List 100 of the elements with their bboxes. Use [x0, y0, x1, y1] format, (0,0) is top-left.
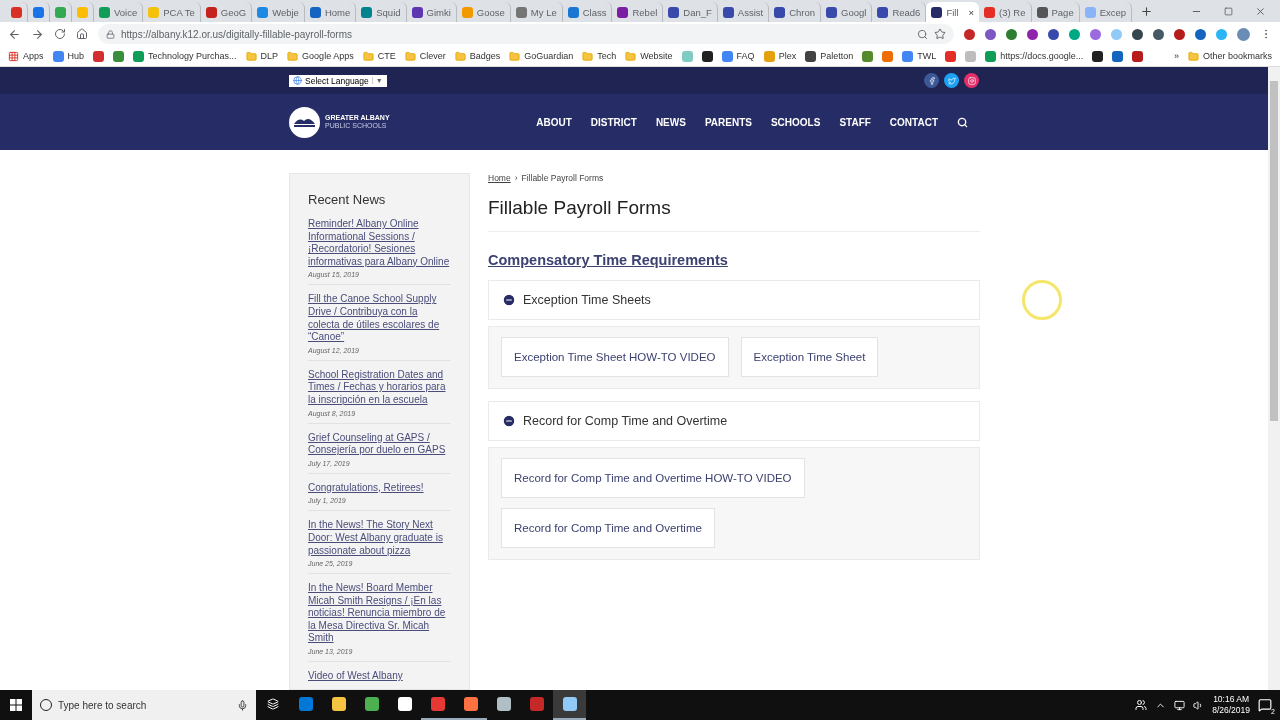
extension-icon[interactable]: [1174, 28, 1185, 40]
bookmark-link[interactable]: Tech: [597, 51, 617, 61]
browser-tab[interactable]: GeoG: [200, 2, 253, 22]
tab-title: Gimki: [426, 6, 451, 18]
bookmark-link[interactable]: FAQ: [736, 51, 755, 61]
recent-post-link[interactable]: Video of West Albany: [308, 670, 451, 683]
bookmark-link[interactable]: Clever: [419, 51, 446, 61]
bookmark-link[interactable]: Apps: [23, 51, 44, 61]
accordion-header[interactable]: Exception Time Sheets: [488, 280, 980, 320]
microphone-icon[interactable]: [237, 699, 248, 711]
form-link-button[interactable]: Exception Time Sheet: [740, 337, 879, 377]
nav-link[interactable]: CONTACT: [889, 116, 938, 128]
browser-tab[interactable]: Assist: [717, 2, 770, 22]
nav-link[interactable]: DISTRICT: [590, 116, 637, 128]
address-bar[interactable]: https://albany.k12.or.us/digitally-fillable-payroll-forms: [98, 24, 954, 44]
extension-icon[interactable]: [1195, 28, 1206, 40]
bookmark-link[interactable]: Paletton: [820, 51, 854, 61]
browser-tab[interactable]: Chron: [769, 2, 822, 22]
browser-tab[interactable]: (3) Re: [979, 2, 1032, 22]
nav-link[interactable]: STAFF: [839, 116, 871, 128]
bookmark-link[interactable]: Other bookmarks: [1202, 51, 1272, 61]
browser-tab[interactable]: Fill ×: [926, 2, 980, 22]
nav-link[interactable]: NEWS: [655, 116, 686, 128]
browser-tab[interactable]: Googl: [821, 2, 873, 22]
extension-icon[interactable]: [1048, 28, 1059, 40]
browser-tab[interactable]: Page: [1031, 2, 1080, 22]
forward-icon[interactable]: [31, 27, 44, 41]
extension-icon[interactable]: [985, 28, 996, 40]
taskbar-search-field[interactable]: Type here to search: [32, 690, 256, 720]
windows-logo-icon: [10, 699, 22, 711]
browser-tab[interactable]: Rebel: [612, 2, 664, 22]
taskbar-app[interactable]: [553, 690, 586, 720]
section-link[interactable]: Compensatory Time Requirements: [488, 252, 980, 268]
extension-icon[interactable]: [1132, 28, 1143, 40]
bookmark-link[interactable]: GoGuardian: [524, 51, 574, 61]
bookmark-link[interactable]: Google Apps: [302, 51, 354, 61]
instagram-icon[interactable]: [964, 73, 979, 88]
browser-tab[interactable]: Excep: [1079, 2, 1133, 22]
bookmark-link[interactable]: TWL: [917, 51, 937, 61]
browser-tab[interactable]: Goose: [456, 2, 511, 22]
recent-post-link[interactable]: Congratulations, Retirees!: [308, 481, 451, 495]
back-icon[interactable]: [8, 27, 21, 41]
twitter-icon[interactable]: [944, 73, 959, 88]
browser-tab[interactable]: Voice: [94, 2, 144, 22]
bookmark-link[interactable]: Hub: [67, 51, 85, 61]
tab-title: GeoG: [220, 6, 247, 18]
tab-title: Assist: [737, 6, 764, 18]
recent-post-link[interactable]: Fill the Canoe School Supply Drive / Contribuya con la colecta de útiles escolares de “Canoe”: [308, 293, 451, 344]
clock-time[interactable]: 10:16 AM: [1213, 694, 1250, 705]
extension-icon[interactable]: [1006, 28, 1017, 40]
bookmark-link[interactable]: Technology Purchas...: [148, 51, 237, 61]
bookmark-link[interactable]: DLP: [260, 51, 279, 61]
form-link-button[interactable]: Record for Comp Time and Overtime: [501, 508, 715, 548]
browser-tab[interactable]: Gimki: [406, 2, 457, 22]
extension-icon[interactable]: [964, 28, 975, 40]
bookmark-star-icon[interactable]: [934, 28, 946, 40]
close-icon[interactable]: [1255, 5, 1266, 17]
browser-tab[interactable]: Webje: [252, 2, 305, 22]
notifications-icon[interactable]: [1258, 698, 1272, 712]
extension-icon[interactable]: [1153, 28, 1164, 40]
browser-tab[interactable]: Squid: [356, 2, 407, 22]
tab-title: PCA Te: [163, 6, 195, 18]
tab-title: Dan_F: [683, 6, 712, 18]
bookmark-link[interactable]: CTE: [377, 51, 396, 61]
bookmark-link[interactable]: Website: [640, 51, 673, 61]
more-bookmarks-button[interactable]: »: [1173, 51, 1179, 61]
reload-icon[interactable]: [54, 28, 66, 40]
browser-tab[interactable]: Class: [562, 2, 613, 22]
facebook-icon[interactable]: [924, 73, 939, 88]
nav-link[interactable]: ABOUT: [536, 116, 572, 128]
home-icon[interactable]: [76, 28, 88, 40]
recent-post-link[interactable]: In the News! The Story Next Door: West Albany graduate is passionate about pizza: [308, 519, 451, 558]
search-icon[interactable]: [957, 116, 968, 128]
recent-post-link[interactable]: School Registration Dates and Times / Fechas y horarios para la inscripción en la escuela: [308, 368, 451, 407]
recent-post-link[interactable]: In the News! Board Member Micah Smith Resigns / ¡En las noticias! Renuncia miembro de la Mesa Directiva Sr. Micah Smith: [308, 582, 451, 646]
browser-tab[interactable]: PCA Te: [143, 2, 201, 22]
accordion-header[interactable]: Record for Comp Time and Overtime: [488, 401, 980, 441]
recent-post-link[interactable]: Grief Counseling at GAPS / Consejería por duelo en GAPS: [308, 431, 451, 457]
bookmark-link[interactable]: https://docs.google...: [1000, 51, 1084, 61]
form-link-button[interactable]: Record for Comp Time and Overtime HOW-TO VIDEO: [501, 458, 805, 498]
recent-post-link[interactable]: Reminder! Albany Online Informational Sessions / ¡Recordatorio! Sesiones informativas para Albany Online: [308, 218, 451, 269]
nav-link[interactable]: PARENTS: [704, 116, 752, 128]
browser-tab[interactable]: Dan_F: [663, 2, 718, 22]
network-icon[interactable]: [1174, 699, 1186, 711]
bookmark-link[interactable]: Badges: [469, 51, 501, 61]
profile-avatar[interactable]: [1237, 27, 1250, 41]
tab-title: Voice: [114, 6, 138, 18]
form-link-button[interactable]: Exception Time Sheet HOW-TO VIDEO: [501, 337, 729, 377]
clock-date[interactable]: 8/26/2019: [1212, 705, 1250, 716]
scrollbar[interactable]: [1268, 67, 1280, 690]
new-tab-icon[interactable]: [1140, 5, 1154, 18]
nav-link[interactable]: SCHOOLS: [770, 116, 821, 128]
zoom-icon[interactable]: [917, 28, 928, 40]
browser-tab[interactable]: My Le: [510, 2, 563, 22]
browser-tab[interactable]: Home: [304, 2, 357, 22]
extension-icon[interactable]: [1027, 28, 1038, 40]
breadcrumb-link[interactable]: Home: [488, 173, 511, 183]
tab-close-button[interactable]: ×: [968, 6, 975, 18]
bookmark-link[interactable]: Plex: [778, 51, 797, 61]
people-icon[interactable]: [1135, 699, 1148, 711]
